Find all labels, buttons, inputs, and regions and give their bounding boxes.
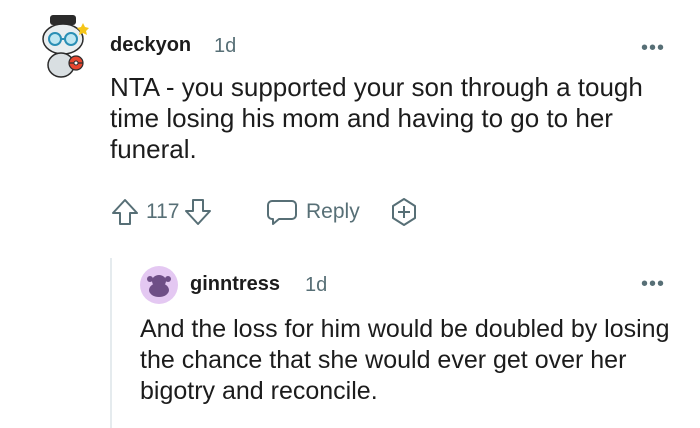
comment-timestamp[interactable]: 1d bbox=[214, 35, 236, 58]
vote-score: 117 bbox=[146, 200, 180, 223]
more-options-icon[interactable]: ••• bbox=[641, 38, 665, 58]
comment-body: NTA - you supported your son through a t… bbox=[110, 72, 643, 164]
thread-line[interactable] bbox=[110, 258, 112, 428]
reply-button[interactable]: Reply bbox=[266, 196, 360, 228]
downvote-arrow-icon[interactable] bbox=[183, 197, 213, 227]
reply-body: And the loss for him would be doubled by… bbox=[140, 315, 670, 405]
reply-username[interactable]: ginntress bbox=[190, 273, 280, 296]
speech-bubble-icon bbox=[266, 197, 298, 227]
vote-controls: 117 bbox=[110, 196, 213, 228]
award-button[interactable] bbox=[388, 196, 420, 228]
user-avatar[interactable] bbox=[140, 266, 178, 304]
snoo-avatar-icon bbox=[42, 15, 89, 78]
more-options-icon[interactable]: ••• bbox=[641, 274, 665, 294]
user-avatar[interactable] bbox=[36, 13, 92, 79]
add-award-icon bbox=[388, 196, 420, 228]
comment-username[interactable]: deckyon bbox=[110, 34, 191, 57]
reply-timestamp[interactable]: 1d bbox=[305, 274, 327, 297]
snoo-avatar-icon bbox=[140, 266, 178, 304]
reply-label: Reply bbox=[306, 200, 360, 223]
upvote-arrow-icon[interactable] bbox=[110, 197, 140, 227]
